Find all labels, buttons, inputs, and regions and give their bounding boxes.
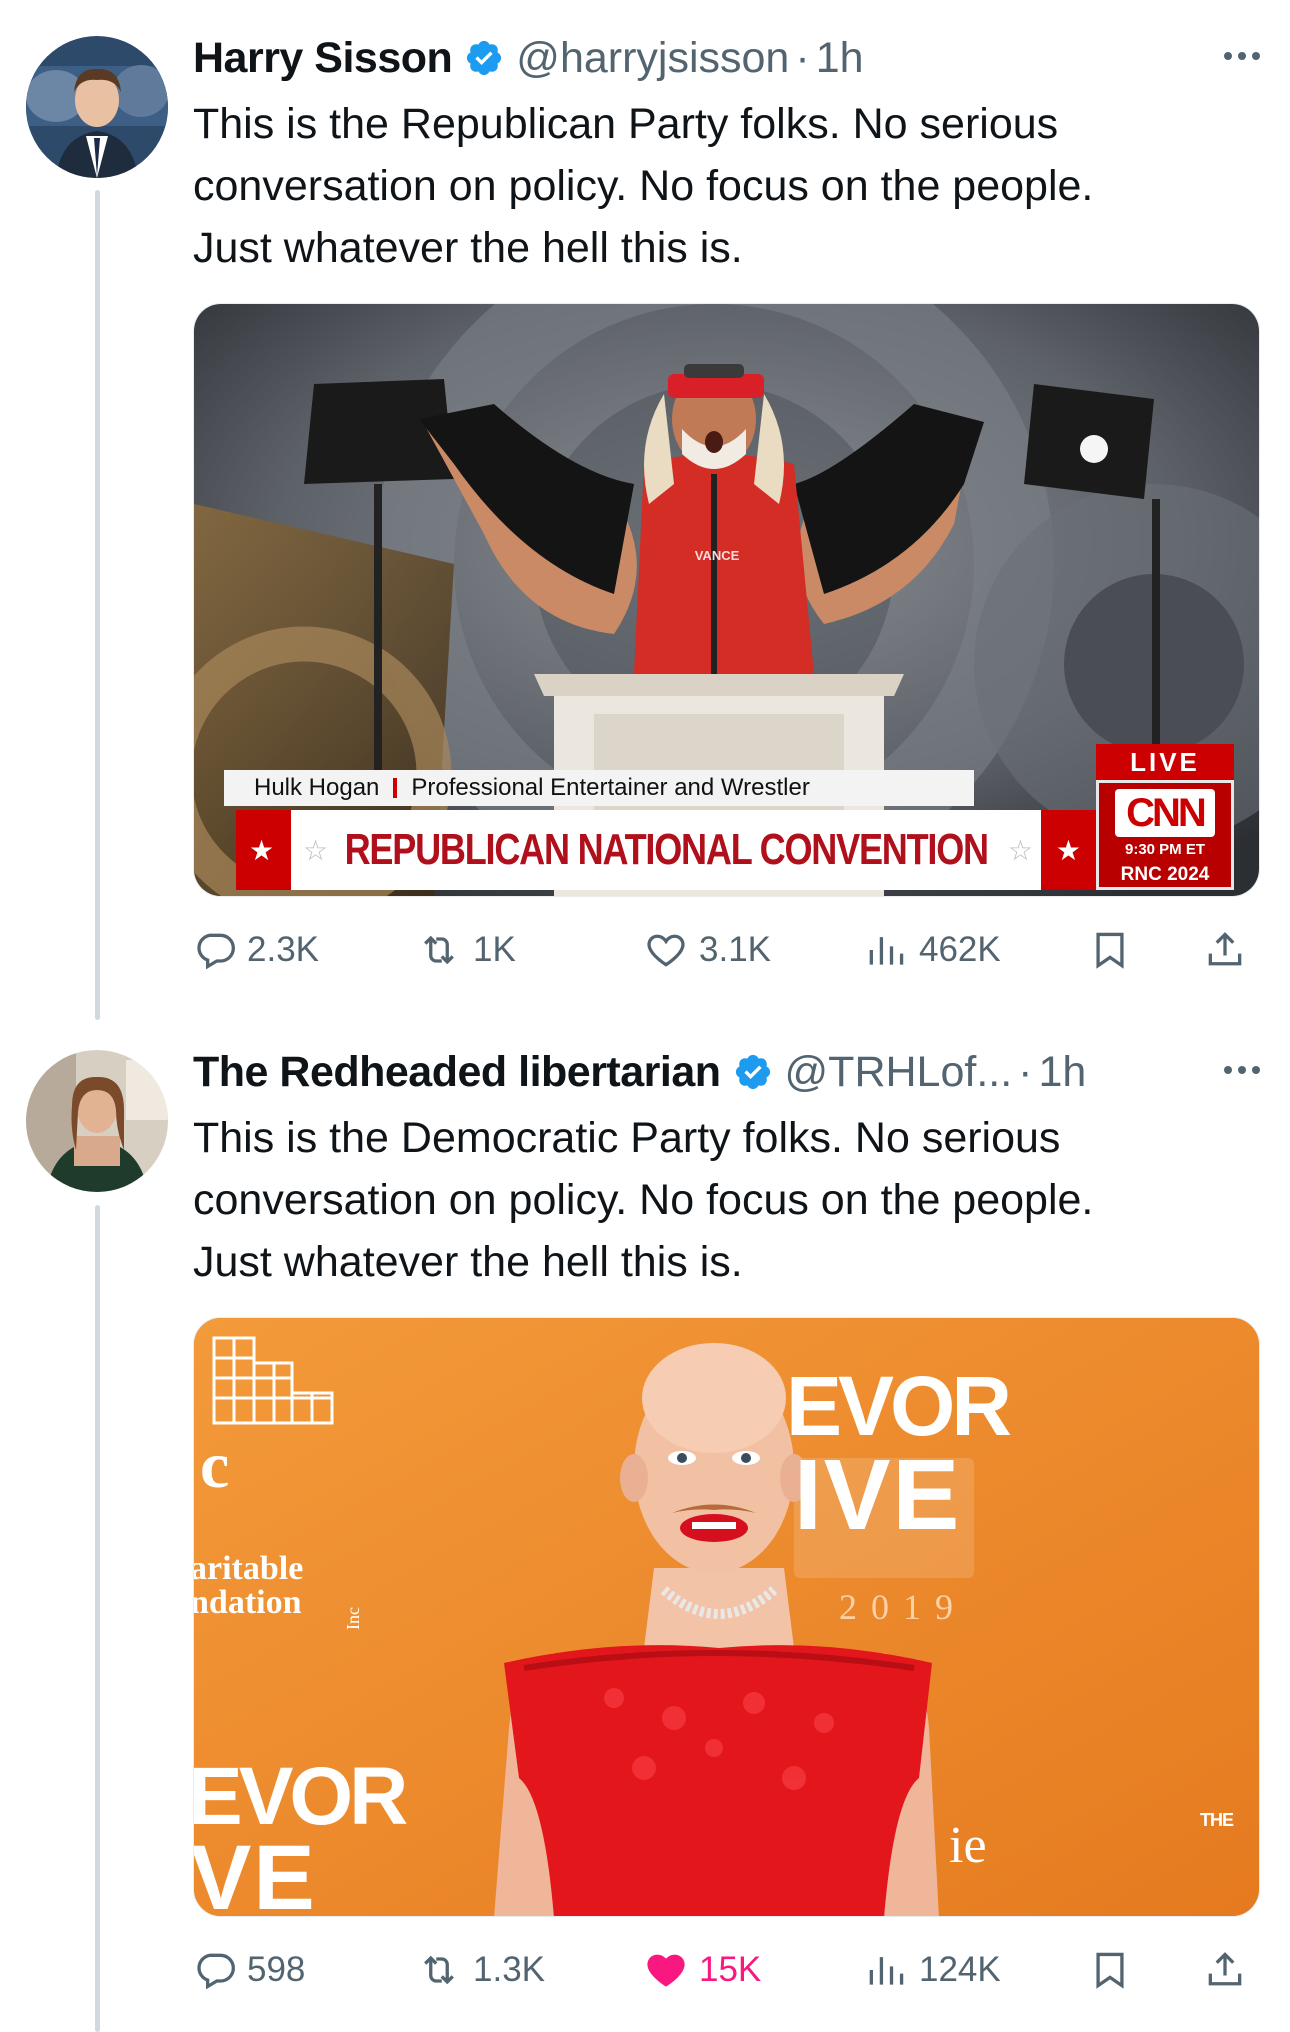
like-icon (647, 934, 685, 967)
more-icon[interactable] (1224, 1066, 1260, 1074)
views-icon (869, 1957, 904, 1985)
views-icon (869, 937, 904, 965)
repost-count: 1K (473, 930, 516, 969)
shirt-text: VANCE (694, 548, 740, 563)
reply-button[interactable]: 598 (193, 1940, 305, 2000)
banner-text: REPUBLICAN NATIONAL CONVENTION (344, 825, 989, 874)
lower-third-nameplate: Hulk Hogan Professional Entertainer and … (224, 770, 974, 806)
tweet-media-image[interactable]: Hulk Hogan Professional Entertainer and … (193, 303, 1260, 897)
reply-count: 2.3K (247, 930, 319, 969)
like-count: 3.1K (699, 930, 771, 969)
tweet-text: This is the Republican Party folks. No s… (193, 100, 1094, 272)
star-icon: ★ (1055, 834, 1081, 866)
bookmark-button[interactable] (1088, 920, 1142, 980)
event-tag: RNC 2024 (1120, 864, 1210, 885)
backdrop-charitable: aritable (193, 1550, 304, 1587)
reply-icon (197, 1953, 235, 1990)
backdrop-ie: ie (949, 1817, 987, 1874)
like-icon (647, 1954, 685, 1987)
tweet-1-header: Harry Sisson @harryjsisson · 1h (193, 28, 1270, 88)
author-name[interactable]: The Redheaded libertarian (193, 1048, 721, 1097)
repost-button[interactable]: 1K (415, 920, 516, 980)
more-icon[interactable] (1224, 52, 1260, 60)
lower-third-name: Hulk Hogan (254, 774, 380, 801)
tweet-media-image[interactable]: EVOR IVE 2019 c aritable ndation Inc EVO… (193, 1317, 1260, 1917)
bookmark-button[interactable] (1088, 1940, 1142, 2000)
repost-button[interactable]: 1.3K (415, 1940, 545, 2000)
share-icon (1208, 932, 1242, 966)
views-count: 462K (919, 930, 1001, 969)
tweet-2-actions: 598 1.3K 15K 124K (193, 1940, 1260, 2000)
backdrop-the: THE (1200, 1810, 1234, 1830)
live-badge: LIVE (1096, 744, 1234, 780)
backdrop-year: 2019 (839, 1587, 967, 1627)
reply-icon (197, 933, 235, 970)
star-icon: ★ (249, 834, 275, 866)
verified-badge-icon (467, 40, 502, 76)
author-name[interactable]: Harry Sisson (193, 34, 453, 83)
star-icon: ☆ (1007, 834, 1033, 866)
share-icon (1208, 1952, 1242, 1986)
tweet-1-actions: 2.3K 1K 3.1K 462K (193, 920, 1260, 980)
tweet-2[interactable]: The Redheaded libertarian @TRHLof... · 1… (0, 1014, 1290, 2032)
tweet-text: This is the Democratic Party folks. No s… (193, 1114, 1094, 1286)
star-icon: ☆ (303, 834, 329, 866)
author-handle[interactable]: @harryjsisson (516, 34, 789, 83)
bookmark-icon (1096, 932, 1124, 969)
like-count: 15K (699, 1950, 762, 1989)
separator: · (795, 33, 810, 82)
views-button[interactable]: 124K (863, 1940, 1001, 2000)
backdrop-inc: Inc (342, 1607, 363, 1630)
bookmark-icon (1096, 1952, 1124, 1989)
backdrop-c: c (200, 1429, 230, 1502)
repost-icon (424, 1955, 454, 1985)
tweet-1[interactable]: Harry Sisson @harryjsisson · 1h This is … (0, 0, 1290, 1000)
share-button[interactable] (1203, 1940, 1257, 2000)
reply-count: 598 (247, 1950, 306, 1989)
author-handle[interactable]: @TRHLof... (785, 1048, 1013, 1097)
tweet-2-header: The Redheaded libertarian @TRHLof... · 1… (193, 1042, 1270, 1102)
share-button[interactable] (1203, 920, 1257, 980)
lower-third-divider (393, 778, 398, 798)
timestamp[interactable]: 1h (1039, 1048, 1087, 1097)
repost-count: 1.3K (473, 1950, 545, 1989)
lower-third-title: Professional Entertainer and Wrestler (411, 774, 810, 801)
views-count: 124K (919, 1950, 1001, 1989)
like-button[interactable]: 3.1K (643, 920, 771, 980)
backdrop-word-4: VE (193, 1827, 317, 1917)
verified-badge-icon (735, 1054, 770, 1090)
reply-button[interactable]: 2.3K (193, 920, 319, 980)
views-button[interactable]: 462K (863, 920, 1001, 980)
timestamp[interactable]: 1h (816, 34, 864, 83)
broadcast-clock: 9:30 PM ET (1124, 841, 1206, 858)
repost-icon (424, 935, 454, 965)
backdrop-word-2: IVE (794, 1439, 962, 1551)
cnn-logo: CNN (1115, 789, 1215, 837)
like-button[interactable]: 15K (643, 1940, 761, 2000)
separator: · (1018, 1047, 1033, 1096)
cnn-logo-box: CNN 9:30 PM ET RNC 2024 (1096, 780, 1234, 890)
avatar-redheaded-libertarian[interactable] (26, 1050, 168, 1192)
avatar-harry-sisson[interactable] (26, 36, 168, 178)
backdrop-foundation: ndation (193, 1584, 302, 1621)
banner-bar: ★ ☆ REPUBLICAN NATIONAL CONVENTION ☆ ★ (236, 810, 1096, 890)
